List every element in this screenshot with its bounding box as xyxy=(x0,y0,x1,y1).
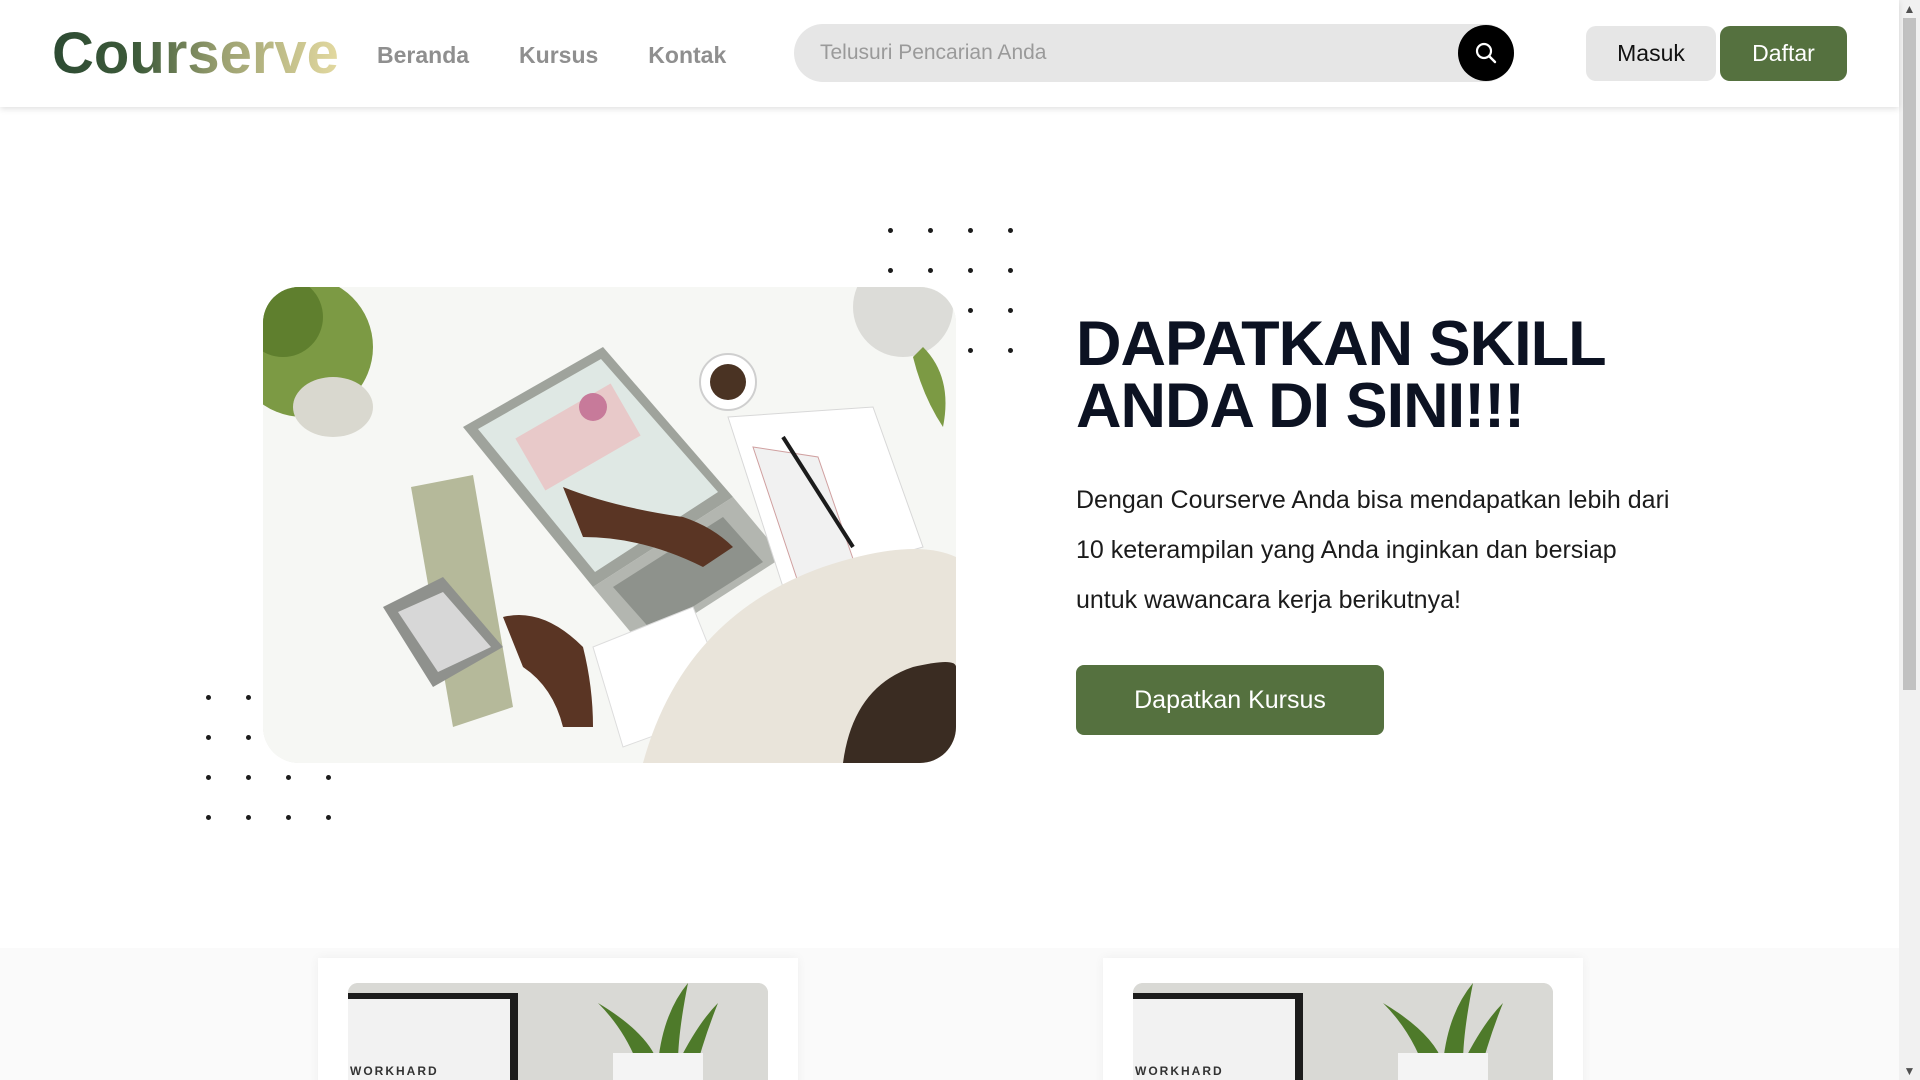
nav-link-kursus[interactable]: Kursus xyxy=(519,40,598,70)
course-card[interactable]: WORKHARD xyxy=(1103,958,1583,1080)
nav-link-kontak[interactable]: Kontak xyxy=(648,40,726,70)
course-image-text: WORKHARD xyxy=(1135,1064,1224,1078)
nav-link-beranda[interactable]: Beranda xyxy=(377,40,469,70)
site-logo[interactable]: Courserve xyxy=(52,22,339,86)
course-image-illustration: WORKHARD xyxy=(348,983,768,1080)
register-button[interactable]: Daftar xyxy=(1720,26,1847,81)
course-cards-section: WORKHARD WORKHARD xyxy=(0,948,1899,1080)
page: Courserve Beranda Kursus Kontak Masuk Da… xyxy=(0,0,1920,1080)
scroll-up-arrow-icon[interactable]: ▲ xyxy=(1899,0,1920,18)
search-icon xyxy=(1475,42,1497,64)
search-input[interactable] xyxy=(820,24,1420,82)
search-bar xyxy=(794,24,1514,82)
hero-title: DAPATKAN SKILL ANDA DI SINI!!! xyxy=(1076,309,1605,441)
hero-description: Dengan Courserve Anda bisa mendapatkan l… xyxy=(1076,486,1670,614)
search-button[interactable] xyxy=(1458,25,1514,81)
scroll-down-arrow-icon[interactable]: ▼ xyxy=(1899,1062,1920,1080)
scrollbar-thumb[interactable] xyxy=(1903,18,1916,690)
course-card-image: WORKHARD xyxy=(348,983,768,1080)
hero-photo-illustration xyxy=(263,287,956,763)
top-navbar: Courserve Beranda Kursus Kontak Masuk Da… xyxy=(0,0,1899,107)
get-course-button[interactable]: Dapatkan Kursus xyxy=(1076,665,1384,735)
hero-image xyxy=(263,287,956,763)
page-scrollbar[interactable]: ▲ ▼ xyxy=(1899,0,1920,1080)
course-image-illustration: WORKHARD xyxy=(1133,983,1553,1080)
login-button[interactable]: Masuk xyxy=(1586,26,1716,81)
course-card-image: WORKHARD xyxy=(1133,983,1553,1080)
course-card[interactable]: WORKHARD xyxy=(318,958,798,1080)
main-nav: Beranda Kursus Kontak xyxy=(377,40,726,70)
course-image-text: WORKHARD xyxy=(350,1064,439,1078)
